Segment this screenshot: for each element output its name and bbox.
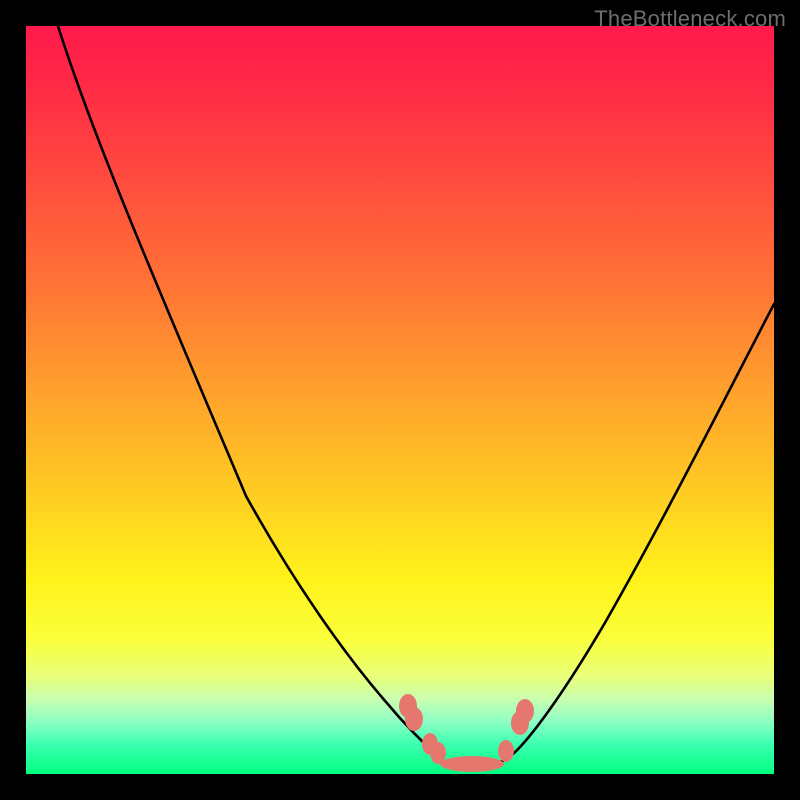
curve-layer (26, 26, 774, 774)
watermark-text: TheBottleneck.com (594, 6, 786, 32)
chart-frame: TheBottleneck.com (0, 0, 800, 800)
marker-right-lower (498, 740, 514, 762)
plot-area (26, 26, 774, 774)
marker-left-upper-b (405, 707, 423, 731)
marker-right-upper-b (511, 711, 529, 735)
right-curve (500, 304, 774, 762)
left-curve (58, 26, 444, 762)
marker-floor-bar (440, 756, 504, 772)
